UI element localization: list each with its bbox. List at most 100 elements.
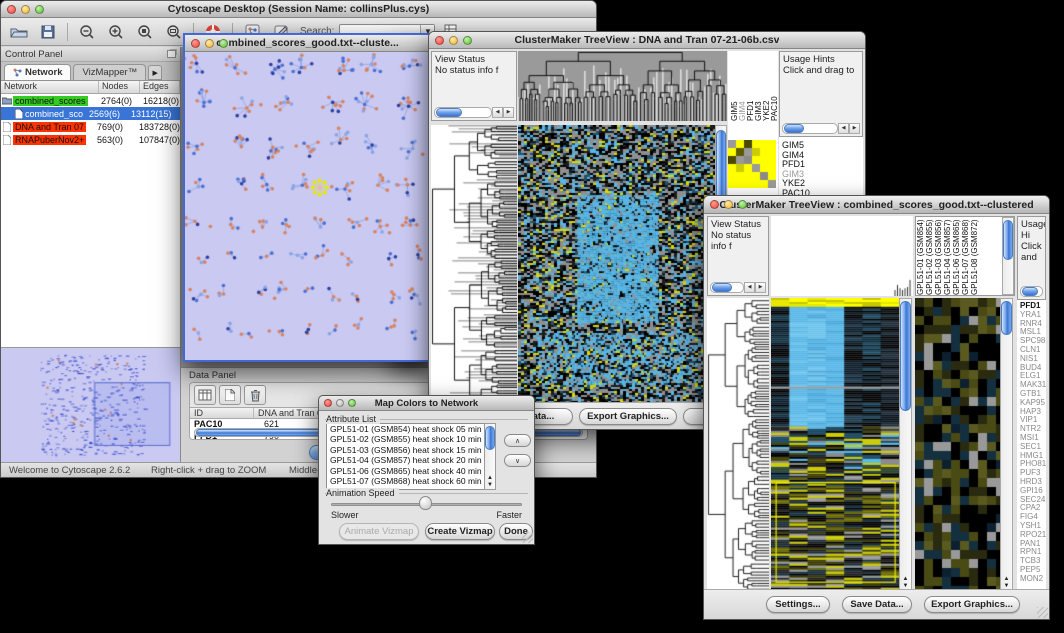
list-item[interactable]: GPL51-07 (GSM868) heat shock 60 min bbox=[330, 476, 495, 486]
list-item[interactable]: GPL51-01 (GSM854) bbox=[916, 217, 925, 295]
list-item[interactable]: GIM5 bbox=[782, 141, 863, 151]
close-icon[interactable] bbox=[7, 5, 16, 14]
treeview2-window[interactable]: ClusterMaker TreeView : combined_scores_… bbox=[703, 195, 1050, 620]
list-item[interactable]: YRA1 bbox=[1020, 311, 1046, 320]
list-item[interactable]: SPC98 bbox=[1020, 337, 1046, 346]
list-item[interactable]: GPL51-02 (GSM855) bbox=[925, 217, 934, 295]
list-item[interactable]: HAP3 bbox=[1020, 408, 1046, 417]
scroll-left-icon[interactable]: ◀ bbox=[744, 282, 755, 293]
list-item[interactable]: BUD4 bbox=[1020, 364, 1046, 373]
slider-thumb[interactable] bbox=[419, 496, 432, 510]
minimize-icon[interactable] bbox=[205, 39, 214, 48]
list-item[interactable]: GPL51-06 (GSM865) bbox=[952, 217, 961, 295]
list-item[interactable]: FIG4 bbox=[1020, 513, 1046, 522]
network1-titlebar[interactable]: combined_scores_good.txt--cluste... bbox=[185, 35, 430, 52]
dialog-titlebar[interactable]: Map Colors to Network bbox=[319, 396, 534, 411]
settings-button[interactable]: Settings... bbox=[766, 596, 830, 613]
list-item[interactable]: GPL51-03 (GSM856) bbox=[934, 217, 943, 295]
close-icon[interactable] bbox=[435, 36, 444, 45]
zoom-window-icon[interactable] bbox=[219, 39, 228, 48]
list-item[interactable]: MAK31 bbox=[1020, 381, 1046, 390]
zoom-heatmap-canvas[interactable] bbox=[915, 298, 1000, 589]
list-item[interactable]: PFD1 bbox=[1020, 302, 1046, 311]
row-dendrogram-canvas[interactable] bbox=[707, 298, 769, 589]
list-item[interactable]: GPL51-06 (GSM865) heat shock 40 min bbox=[330, 466, 495, 476]
list-item[interactable]: PHO81 bbox=[1020, 460, 1046, 469]
attr-col-id[interactable]: ID bbox=[190, 408, 254, 418]
list-item[interactable]: PFD1 bbox=[782, 160, 863, 170]
list-item[interactable]: GPL51-04 (GSM857) heat shock 20 min bbox=[330, 455, 495, 465]
export-graphics-button[interactable]: Export Graphics... bbox=[579, 408, 677, 425]
list-item[interactable]: GPL51-03 (GSM856) heat shock 15 min bbox=[330, 445, 495, 455]
col-nodes[interactable]: Nodes bbox=[99, 81, 140, 93]
zoom-window-icon[interactable] bbox=[35, 5, 44, 14]
col-network[interactable]: Network bbox=[1, 81, 99, 93]
list-item[interactable]: GIM4 bbox=[738, 51, 746, 121]
list-item[interactable]: GPI16 bbox=[1020, 487, 1046, 496]
treeview2-titlebar[interactable]: ClusterMaker TreeView : combined_scores_… bbox=[704, 196, 1049, 214]
list-item[interactable]: HMG1 bbox=[1020, 452, 1046, 461]
table-row[interactable]: DNA and Tran 07 769(0) 183728(0) bbox=[1, 120, 180, 133]
zoom-in-icon[interactable] bbox=[104, 21, 128, 42]
attribute-list-scrollbar[interactable]: ▲▼ bbox=[484, 423, 496, 490]
usage-hints-scrollbar[interactable] bbox=[1020, 286, 1043, 297]
correlation-matrix-canvas[interactable] bbox=[728, 140, 776, 188]
move-down-button[interactable]: ∨ bbox=[504, 454, 531, 467]
list-item[interactable]: VIP1 bbox=[1020, 416, 1046, 425]
list-item[interactable]: GPL51-07 (GSM868) bbox=[961, 217, 970, 295]
list-item[interactable]: NTR2 bbox=[1020, 425, 1046, 434]
list-item[interactable]: GPL51-02 (GSM855) heat shock 10 min bbox=[330, 434, 495, 444]
close-icon[interactable] bbox=[324, 399, 332, 407]
list-item[interactable]: GPL51-04 (GSM857) bbox=[943, 217, 952, 295]
main-titlebar[interactable]: Cytoscape Desktop (Session Name: collins… bbox=[1, 1, 596, 18]
zoom-window-icon[interactable] bbox=[738, 200, 747, 209]
resize-grip[interactable] bbox=[522, 532, 533, 543]
tab-network[interactable]: Network bbox=[4, 64, 71, 80]
delete-attribute-button[interactable] bbox=[244, 385, 266, 405]
view-status-scrollbar[interactable]: ◀▶ bbox=[710, 282, 766, 293]
list-item[interactable]: CPA2 bbox=[1020, 504, 1046, 513]
list-item[interactable]: GIM5 bbox=[730, 51, 738, 121]
minimize-icon[interactable] bbox=[336, 399, 344, 407]
list-item[interactable]: PAC10 bbox=[770, 51, 778, 121]
list-item[interactable]: MON2 bbox=[1020, 575, 1046, 584]
list-item[interactable]: SEC24 bbox=[1020, 496, 1046, 505]
minimize-icon[interactable] bbox=[724, 200, 733, 209]
tab-vizmapper[interactable]: VizMapper™ bbox=[73, 64, 146, 80]
scroll-arrows[interactable]: ▲▼ bbox=[485, 475, 495, 489]
list-item[interactable]: GIM3 bbox=[782, 170, 863, 180]
list-item[interactable]: SEC1 bbox=[1020, 443, 1046, 452]
col-edges[interactable]: Edges bbox=[140, 81, 180, 93]
scroll-left-icon[interactable]: ◀ bbox=[838, 123, 849, 134]
scroll-left-icon[interactable]: ◀ bbox=[492, 107, 503, 118]
list-item[interactable]: RPO21 bbox=[1020, 531, 1046, 540]
minimize-icon[interactable] bbox=[21, 5, 30, 14]
tab-overflow-button[interactable]: ▶ bbox=[148, 65, 162, 80]
animate-vizmap-button[interactable]: Animate Vizmap bbox=[339, 523, 419, 540]
network-list-blank[interactable] bbox=[1, 146, 180, 347]
close-icon[interactable] bbox=[710, 200, 719, 209]
column-labels-scrollbar[interactable] bbox=[1002, 217, 1014, 295]
scroll-arrows[interactable]: ▲▼ bbox=[1001, 576, 1012, 589]
minimize-icon[interactable] bbox=[449, 36, 458, 45]
list-item[interactable]: YKE2 bbox=[782, 179, 863, 189]
list-item[interactable]: PAN1 bbox=[1020, 540, 1046, 549]
birdseye-view[interactable] bbox=[1, 347, 180, 462]
list-item[interactable]: PFD1 bbox=[746, 51, 754, 121]
heatmap-canvas[interactable] bbox=[518, 125, 715, 402]
list-item[interactable]: PEP5 bbox=[1020, 566, 1046, 575]
move-up-button[interactable]: ∧ bbox=[504, 434, 531, 447]
zoom-window-icon[interactable] bbox=[463, 36, 472, 45]
save-data-button[interactable]: Save Data... bbox=[842, 596, 912, 613]
save-session-button[interactable] bbox=[36, 21, 60, 42]
close-icon[interactable] bbox=[191, 39, 200, 48]
attribute-list[interactable]: GPL51-01 (GSM854) heat shock 05 minGPL51… bbox=[326, 423, 496, 490]
list-item[interactable]: YSH1 bbox=[1020, 522, 1046, 531]
export-graphics-button[interactable]: Export Graphics... bbox=[924, 596, 1020, 613]
network-view-canvas[interactable] bbox=[185, 52, 430, 360]
list-item[interactable]: RPN1 bbox=[1020, 548, 1046, 557]
column-dendrogram-canvas[interactable] bbox=[771, 216, 913, 296]
list-item[interactable]: GIM4 bbox=[782, 151, 863, 161]
float-panel-icon[interactable] bbox=[167, 50, 176, 58]
usage-hints-scrollbar[interactable]: ◀▶ bbox=[782, 123, 860, 134]
